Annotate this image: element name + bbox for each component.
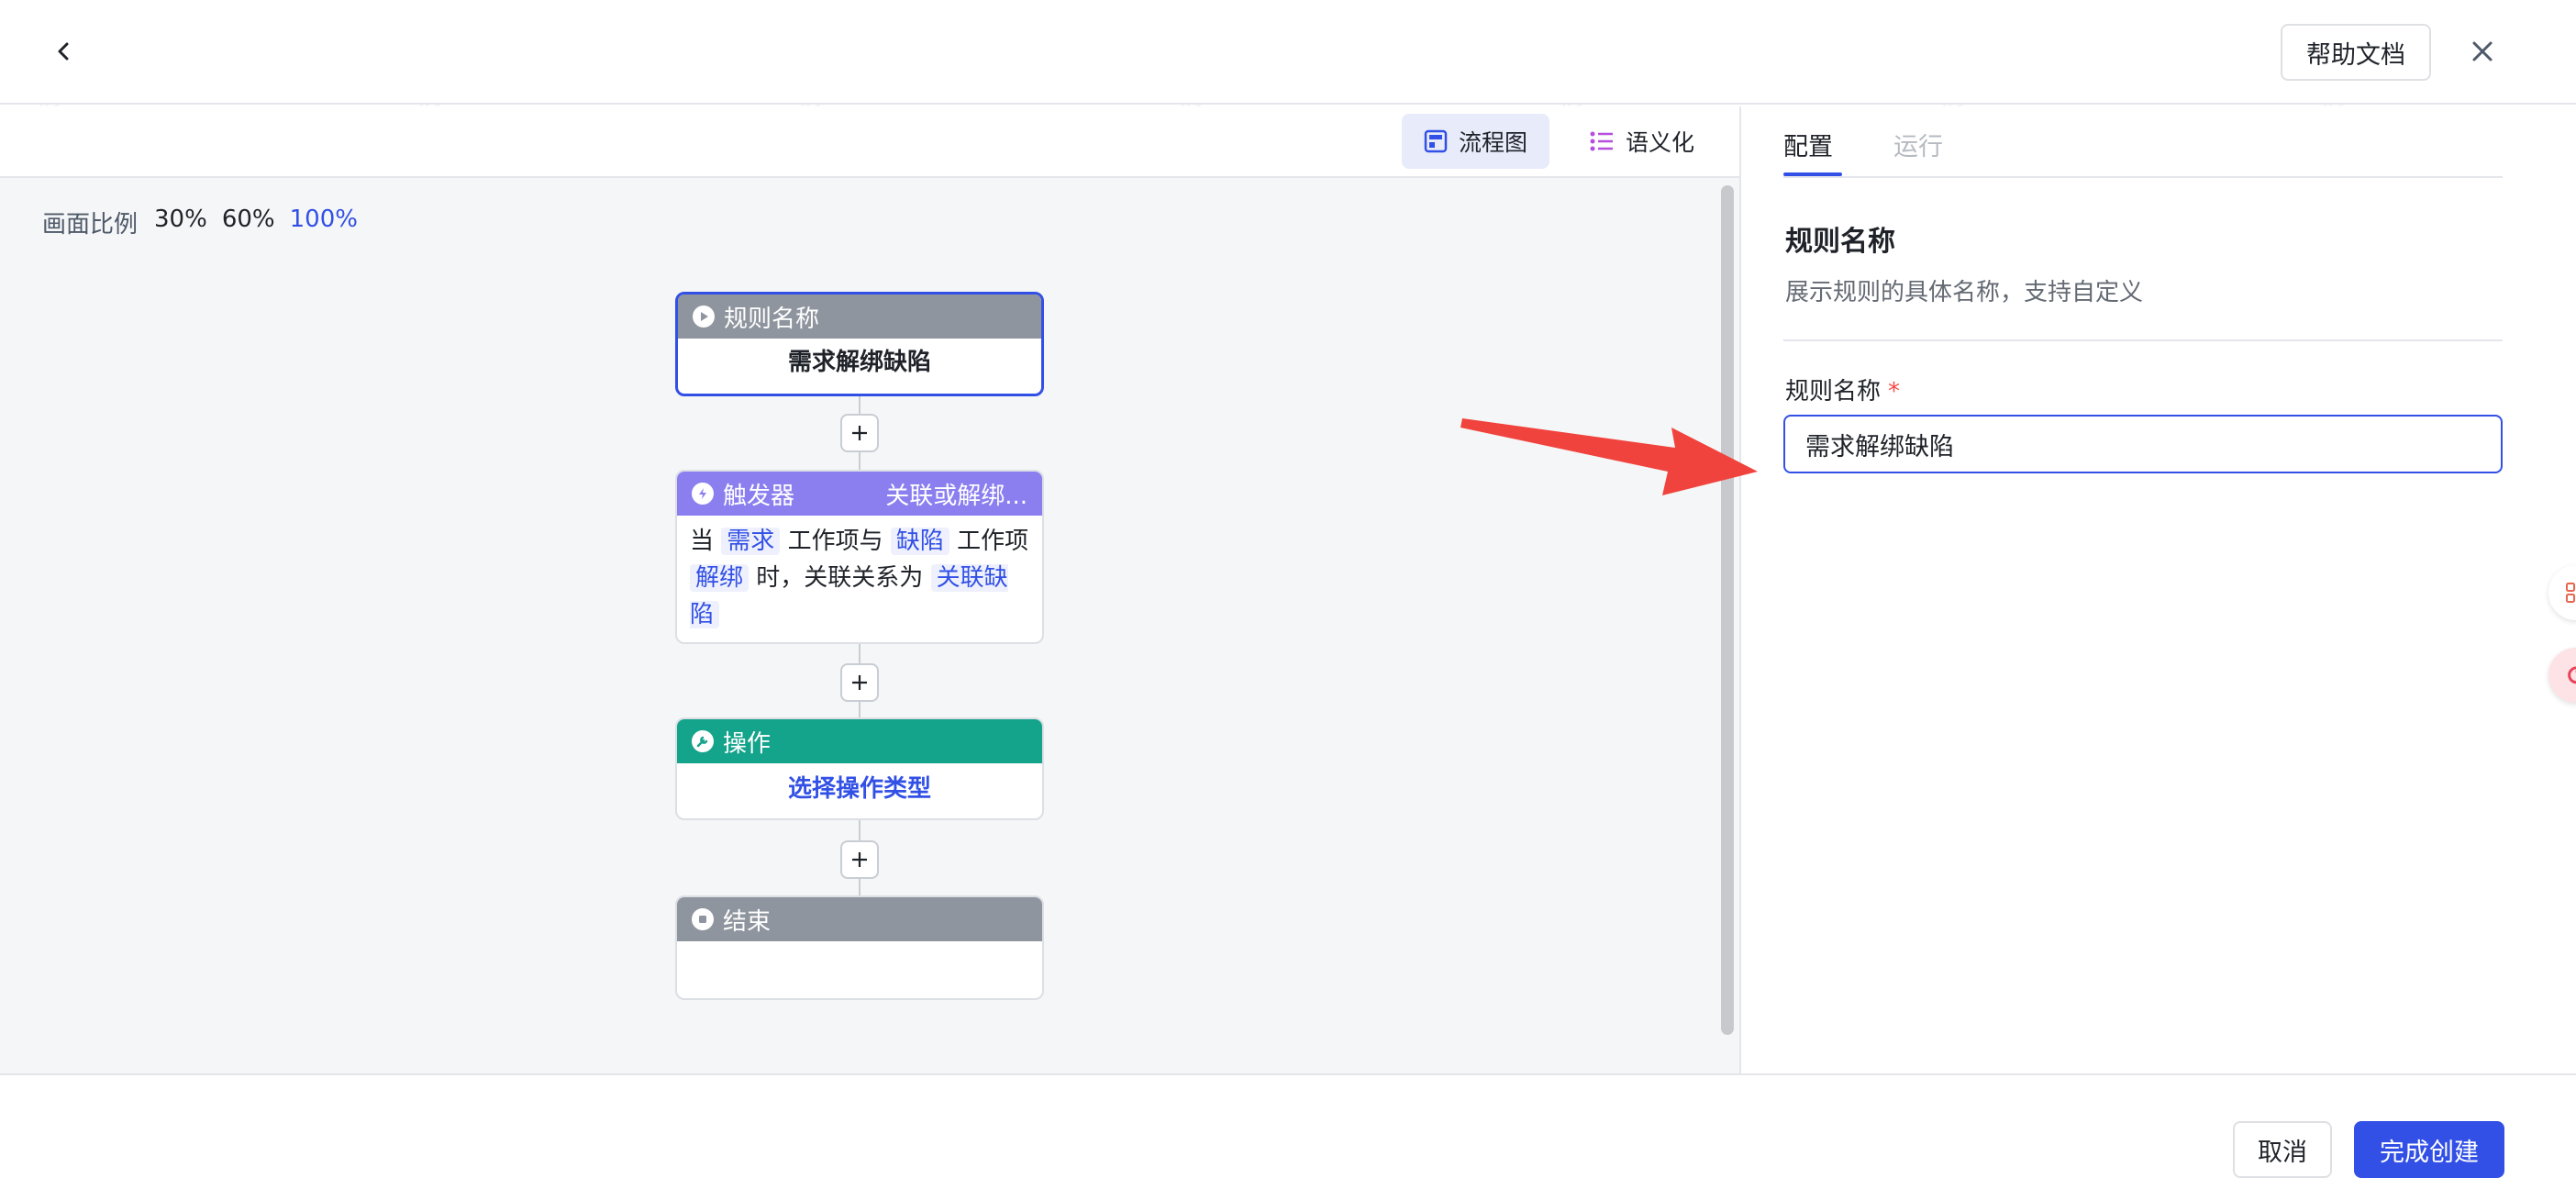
trigger-text: 工作项 <box>957 528 1029 555</box>
action-node[interactable]: 操作 选择操作类型 <box>675 717 1044 820</box>
flowchart-icon <box>1424 129 1448 153</box>
action-node-header: 操作 <box>677 719 1042 763</box>
wrench-icon <box>692 730 714 752</box>
zoom-option-30[interactable]: 30% <box>154 206 207 239</box>
action-node-title: 操作 <box>723 729 772 758</box>
refresh-icon <box>2568 666 2576 684</box>
panel-tabs: 配置 运行 <box>1783 106 2503 178</box>
dialog-footer: 取消 完成创建 <box>0 1073 2576 1178</box>
rule-name-field-label: 规则名称 * <box>1785 372 1900 406</box>
section-description: 展示规则的具体名称，支持自定义 <box>1785 279 2144 306</box>
finish-create-button[interactable]: 完成创建 <box>2354 1121 2504 1178</box>
rule-name-field-label-text: 规则名称 <box>1785 378 1882 406</box>
section-title: 规则名称 <box>1785 226 1895 258</box>
view-tab-semantic-label: 语义化 <box>1626 129 1695 156</box>
canvas-toolbar: 流程图 语义化 <box>0 106 1739 178</box>
plus-icon <box>852 426 867 440</box>
add-step-button[interactable] <box>840 663 879 702</box>
rule-name-node[interactable]: 规则名称 需求解绑缺陷 <box>675 292 1044 396</box>
lightning-icon <box>692 483 714 505</box>
view-tab-flowchart[interactable]: 流程图 <box>1402 114 1550 169</box>
zoom-label: 画面比例 <box>42 211 139 239</box>
help-docs-button[interactable]: 帮助文档 <box>2281 24 2431 81</box>
play-icon <box>693 306 715 328</box>
close-icon <box>2472 41 2493 61</box>
chevron-left-icon <box>58 42 69 61</box>
add-step-button[interactable] <box>840 840 879 879</box>
action-node-value[interactable]: 选择操作类型 <box>677 763 1042 815</box>
tab-run[interactable]: 运行 <box>1893 127 1943 162</box>
trigger-node-description: 当 需求 工作项与 缺陷 工作项 解绑 时，关联关系为 关联缺陷 <box>677 516 1042 640</box>
trigger-node[interactable]: 触发器 关联或解绑... 当 需求 工作项与 缺陷 工作项 解绑 时，关联关系为… <box>675 470 1044 644</box>
end-node-header: 结束 <box>677 897 1042 941</box>
trigger-text: 当 <box>690 528 715 555</box>
stop-icon <box>692 908 714 930</box>
zoom-control: 画面比例 30% 60% 100% <box>42 206 358 239</box>
trigger-node-title: 触发器 <box>723 482 795 510</box>
rule-name-input[interactable] <box>1783 415 2503 473</box>
zoom-option-60[interactable]: 60% <box>222 206 275 239</box>
view-tab-semantic[interactable]: 语义化 <box>1567 114 1716 169</box>
list-icon <box>1590 131 1613 151</box>
tab-config[interactable]: 配置 <box>1783 127 1833 162</box>
trigger-tag: 解绑 <box>690 564 749 592</box>
end-node-title: 结束 <box>723 907 772 936</box>
rule-name-node-title: 规则名称 <box>724 305 820 333</box>
close-button[interactable] <box>2464 33 2501 70</box>
trigger-tag: 缺陷 <box>890 528 949 555</box>
add-step-button[interactable] <box>840 414 879 452</box>
config-panel: 配置 运行 规则名称 展示规则的具体名称，支持自定义 规则名称 * <box>1741 106 2576 1073</box>
rule-name-node-value: 需求解绑缺陷 <box>787 349 931 376</box>
plus-icon <box>852 675 867 690</box>
grid-icon <box>2566 583 2575 603</box>
tab-indicator <box>1783 172 1842 176</box>
dialog-header: 帮助文档 <box>0 0 2576 105</box>
canvas-scrollbar[interactable] <box>1721 185 1734 1035</box>
plus-icon <box>852 852 867 867</box>
trigger-node-summary: 关联或解绑... <box>885 482 1027 510</box>
view-tab-flowchart-label: 流程图 <box>1459 129 1528 156</box>
back-button[interactable] <box>46 33 83 70</box>
trigger-text: 时，关联关系为 <box>756 564 924 592</box>
trigger-node-header: 触发器 关联或解绑... <box>677 472 1042 516</box>
zoom-option-100[interactable]: 100% <box>290 206 358 239</box>
trigger-tag: 需求 <box>721 528 781 555</box>
end-node[interactable]: 结束 <box>675 895 1044 1000</box>
required-marker: * <box>1888 378 1901 406</box>
trigger-text: 工作项与 <box>787 528 883 555</box>
rule-name-node-header: 规则名称 <box>678 294 1041 339</box>
section-divider <box>1783 339 2503 341</box>
flow-canvas[interactable]: 流程图 语义化 画面比例 30% 60% 100% 规则名称 需求解绑缺陷 触发… <box>0 106 1739 1073</box>
cancel-button[interactable]: 取消 <box>2233 1121 2332 1178</box>
